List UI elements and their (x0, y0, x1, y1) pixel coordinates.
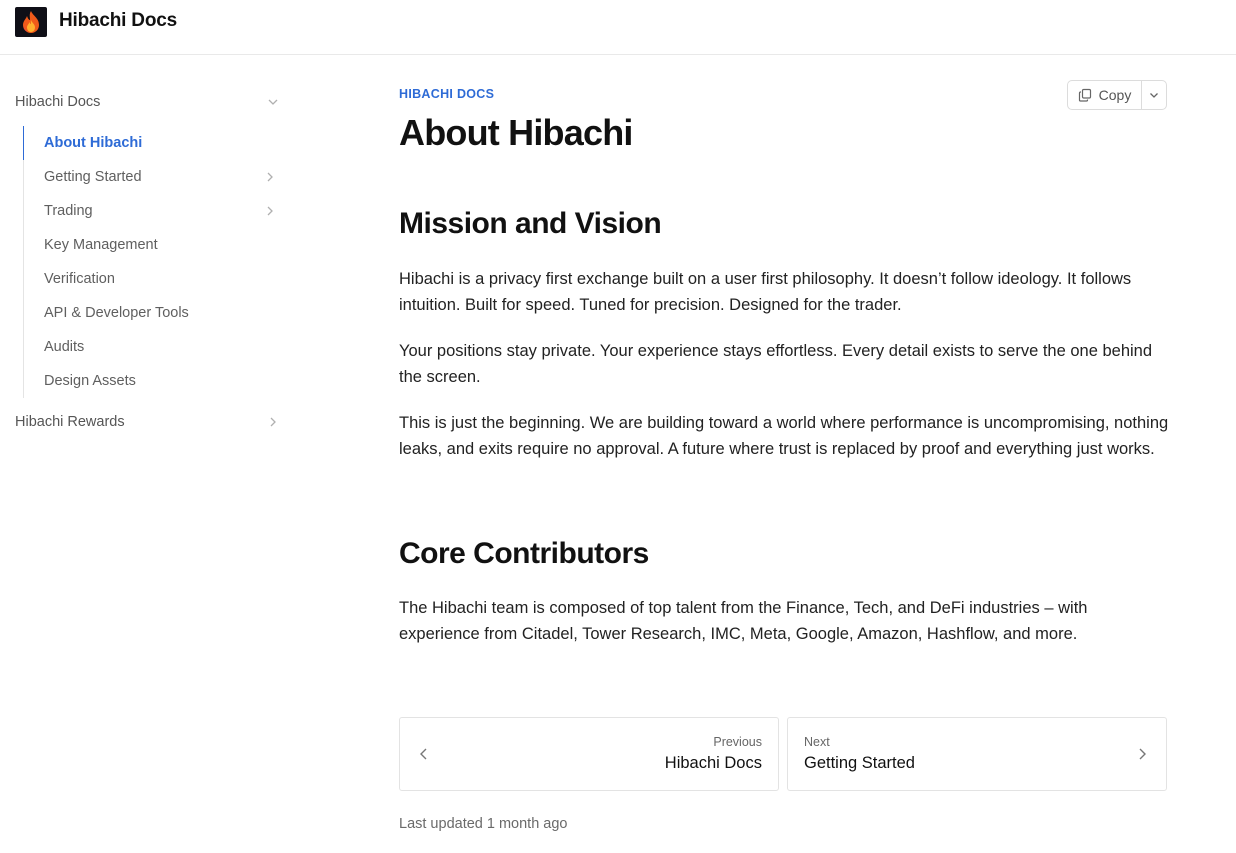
sidebar-subnav: About Hibachi Getting Started Trading Ke… (23, 126, 281, 398)
copy-icon (1078, 88, 1091, 102)
sidebar-item-label: Key Management (44, 237, 158, 253)
chevron-down-icon (1150, 93, 1158, 98)
section-heading-mission: Mission and Vision (399, 207, 662, 240)
pager-title: Hibachi Docs (664, 754, 762, 772)
sidebar-item-key-management[interactable]: Key Management (24, 228, 281, 262)
brand-title[interactable]: Hibachi Docs (59, 10, 177, 32)
pager-caption: Previous (713, 735, 762, 749)
sidebar: Hibachi Docs About Hibachi Getting Start… (0, 55, 300, 853)
pager-caption: Next (804, 735, 830, 749)
chevron-right-icon (267, 206, 273, 216)
chevron-left-icon (420, 748, 427, 760)
page-title: About Hibachi (399, 112, 633, 153)
sidebar-item-label: About Hibachi (44, 135, 143, 151)
sidebar-item-trading[interactable]: Trading (24, 194, 281, 228)
copy-options-button[interactable] (1142, 81, 1166, 109)
chevron-right-icon (267, 172, 273, 182)
sidebar-item-label: Hibachi Docs (15, 94, 101, 110)
sidebar-item-label: Verification (44, 271, 115, 287)
sidebar-item-about-hibachi[interactable]: About Hibachi (23, 126, 281, 160)
last-updated: Last updated 1 month ago (399, 816, 568, 832)
breadcrumb[interactable]: HIBACHI DOCS (399, 87, 494, 101)
sidebar-item-verification[interactable]: Verification (24, 262, 281, 296)
sidebar-item-label: Trading (44, 203, 93, 219)
sidebar-item-label: API & Developer Tools (44, 305, 189, 321)
paragraph: Hibachi is a privacy first exchange buil… (399, 270, 1132, 314)
sidebar-item-label: Audits (44, 339, 85, 355)
sidebar-item-label: Design Assets (44, 373, 136, 389)
sidebar-item-design-assets[interactable]: Design Assets (24, 364, 281, 398)
sidebar-item-label: Hibachi Rewards (15, 414, 125, 430)
top-bar: Hibachi Docs (0, 0, 1236, 55)
previous-page-link[interactable]: Previous Hibachi Docs (399, 717, 779, 791)
chevron-right-icon (1139, 748, 1146, 760)
next-page-link[interactable]: Next Getting Started (787, 717, 1167, 791)
pager-title: Getting Started (804, 754, 915, 772)
copy-button[interactable]: Copy (1068, 81, 1142, 109)
sidebar-item-hibachi-rewards[interactable]: Hibachi Rewards (15, 405, 280, 439)
paragraph: This is just the beginning. We are build… (399, 414, 1169, 458)
sidebar-item-label: Getting Started (44, 169, 142, 185)
copy-button-group: Copy (1067, 80, 1167, 110)
sidebar-item-audits[interactable]: Audits (24, 330, 281, 364)
sidebar-item-getting-started[interactable]: Getting Started (24, 160, 281, 194)
sidebar-item-api-developer-tools[interactable]: API & Developer Tools (24, 296, 281, 330)
copy-button-label: Copy (1098, 87, 1132, 103)
paragraph: Your positions stay private. Your experi… (399, 342, 1153, 386)
sidebar-item-hibachi-docs[interactable]: Hibachi Docs (15, 85, 280, 119)
chevron-down-icon (268, 99, 278, 105)
section-heading-core-contributors: Core Contributors (399, 537, 649, 570)
chevron-right-icon (270, 417, 276, 427)
flame-icon[interactable] (15, 7, 47, 37)
paragraph: The Hibachi team is composed of top tale… (399, 599, 1088, 643)
